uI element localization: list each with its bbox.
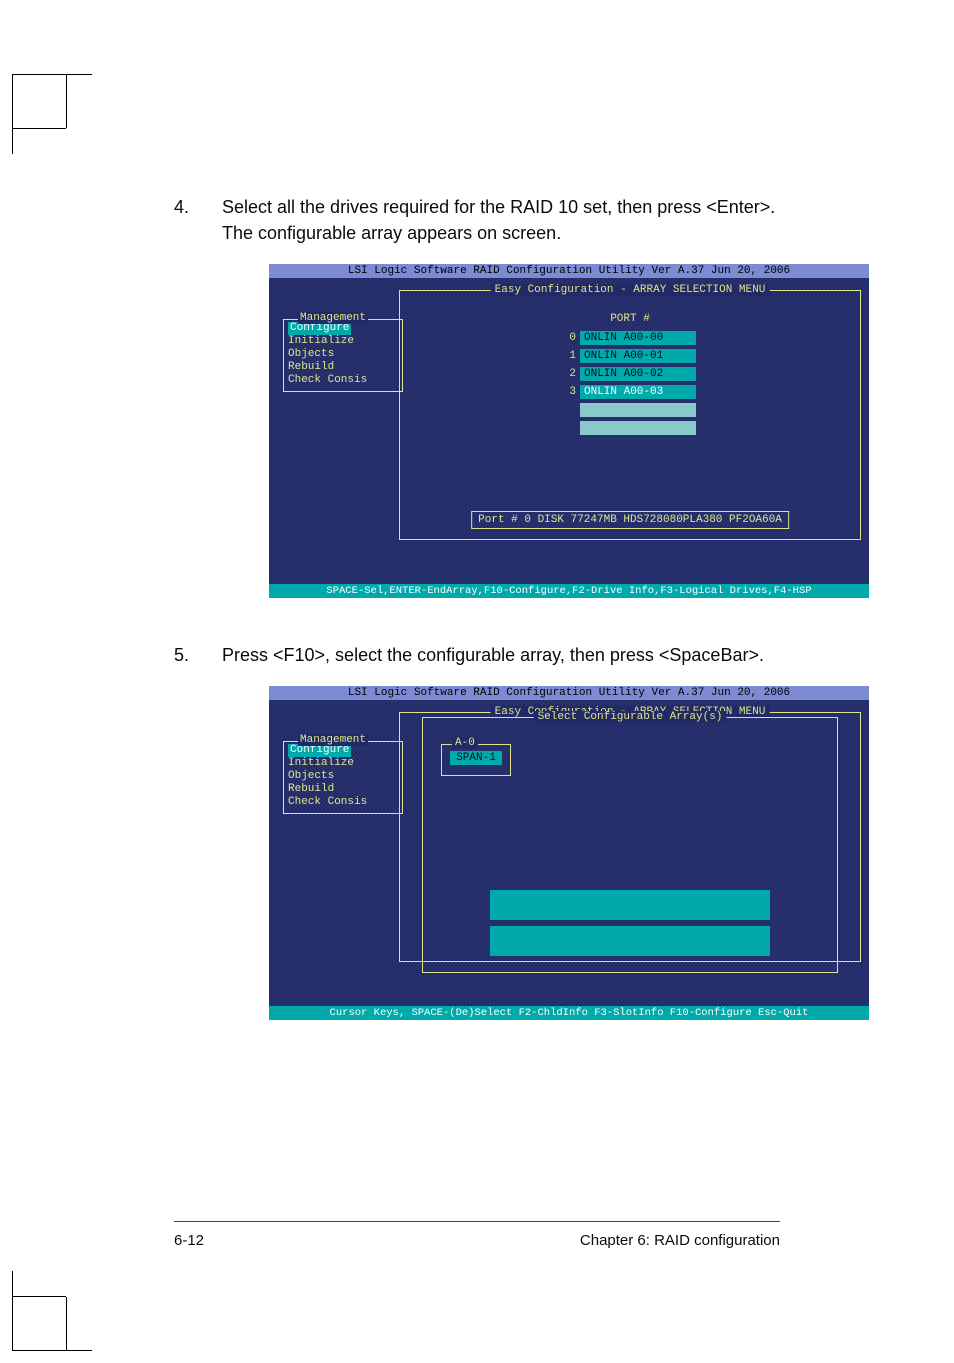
drive-label: ONLIN A00-03 — [580, 385, 696, 399]
management-title: Management — [298, 734, 368, 746]
page-number: 6-12 — [174, 1232, 204, 1249]
step-number: 4. — [174, 194, 194, 246]
info-pane — [490, 926, 770, 956]
info-pane — [490, 890, 770, 920]
drive-row[interactable]: 1 ONLIN A00-01 — [400, 349, 860, 363]
span-label: SPAN-1 — [450, 751, 502, 765]
drive-row[interactable]: 3 ONLIN A00-03 — [400, 385, 860, 399]
page-content: 4. Select all the drives required for th… — [110, 74, 844, 1289]
step-number: 5. — [174, 642, 194, 668]
step-5: 5. Press <F10>, select the configurable … — [174, 642, 780, 668]
menu-rebuild[interactable]: Rebuild — [288, 783, 398, 796]
drive-row[interactable]: 2 ONLIN A00-02 — [400, 367, 860, 381]
step-4: 4. Select all the drives required for th… — [174, 194, 780, 246]
bios-keybar: Cursor Keys, SPACE-(De)Select F2-ChldInf… — [269, 1006, 869, 1020]
drive-index: 0 — [564, 332, 576, 344]
step-text: Select all the drives required for the R… — [222, 194, 780, 246]
drive-index: 1 — [564, 350, 576, 362]
span-box[interactable]: A-0 SPAN-1 — [441, 744, 511, 776]
menu-objects[interactable]: Objects — [288, 770, 398, 783]
drive-label: ONLIN A00-01 — [580, 349, 696, 363]
drive-index: 3 — [564, 386, 576, 398]
drive-index: 2 — [564, 368, 576, 380]
drive-row[interactable]: 0 ONLIN A00-00 — [400, 331, 860, 345]
drive-label: ONLIN A00-02 — [580, 367, 696, 381]
array-selection-title: Easy Configuration - ARRAY SELECTION MEN… — [491, 284, 770, 296]
menu-initialize[interactable]: Initialize — [288, 757, 398, 770]
select-configurable-panel: Select Configurable Array(s) A-0 SPAN-1 — [422, 717, 838, 973]
chapter-label: Chapter 6: RAID configuration — [580, 1232, 780, 1249]
drive-list: 0 ONLIN A00-00 1 ONLIN A00-01 2 ONLIN A0… — [400, 331, 860, 435]
menu-rebuild[interactable]: Rebuild — [288, 361, 398, 374]
management-menu: Management Configure Initialize Objects … — [283, 319, 403, 392]
drive-row-empty — [400, 403, 860, 417]
bios-keybar: SPACE-Sel,ENTER-EndArray,F10-Configure,F… — [269, 584, 869, 598]
array-selection-panel: Easy Configuration - ARRAY SELECTION MEN… — [399, 712, 861, 962]
array-group-label: A-0 — [452, 737, 478, 749]
bios-titlebar: LSI Logic Software RAID Configuration Ut… — [269, 264, 869, 278]
management-menu: Management Configure Initialize Objects … — [283, 741, 403, 814]
page-footer: 6-12 Chapter 6: RAID configuration — [174, 1221, 780, 1249]
menu-initialize[interactable]: Initialize — [288, 335, 398, 348]
port-info: Port # 0 DISK 77247MB HDS728080PLA380 PF… — [471, 511, 789, 529]
step-text: Press <F10>, select the configurable arr… — [222, 642, 780, 668]
drive-label: ONLIN A00-00 — [580, 331, 696, 345]
menu-check-consis[interactable]: Check Consis — [288, 374, 398, 387]
management-title: Management — [298, 312, 368, 324]
bios-titlebar: LSI Logic Software RAID Configuration Ut… — [269, 686, 869, 700]
select-configurable-title: Select Configurable Array(s) — [534, 711, 727, 723]
crop-mark-top-left — [12, 74, 122, 184]
port-header: PORT # — [400, 313, 860, 325]
menu-objects[interactable]: Objects — [288, 348, 398, 361]
info-panes — [490, 890, 770, 962]
array-selection-panel: Easy Configuration - ARRAY SELECTION MEN… — [399, 290, 861, 540]
bios-screenshot-1: LSI Logic Software RAID Configuration Ut… — [269, 264, 869, 598]
drive-row-empty — [400, 421, 860, 435]
bios-screenshot-2: LSI Logic Software RAID Configuration Ut… — [269, 686, 869, 1020]
crop-mark-bottom-left — [12, 1241, 122, 1351]
menu-check-consis[interactable]: Check Consis — [288, 796, 398, 809]
